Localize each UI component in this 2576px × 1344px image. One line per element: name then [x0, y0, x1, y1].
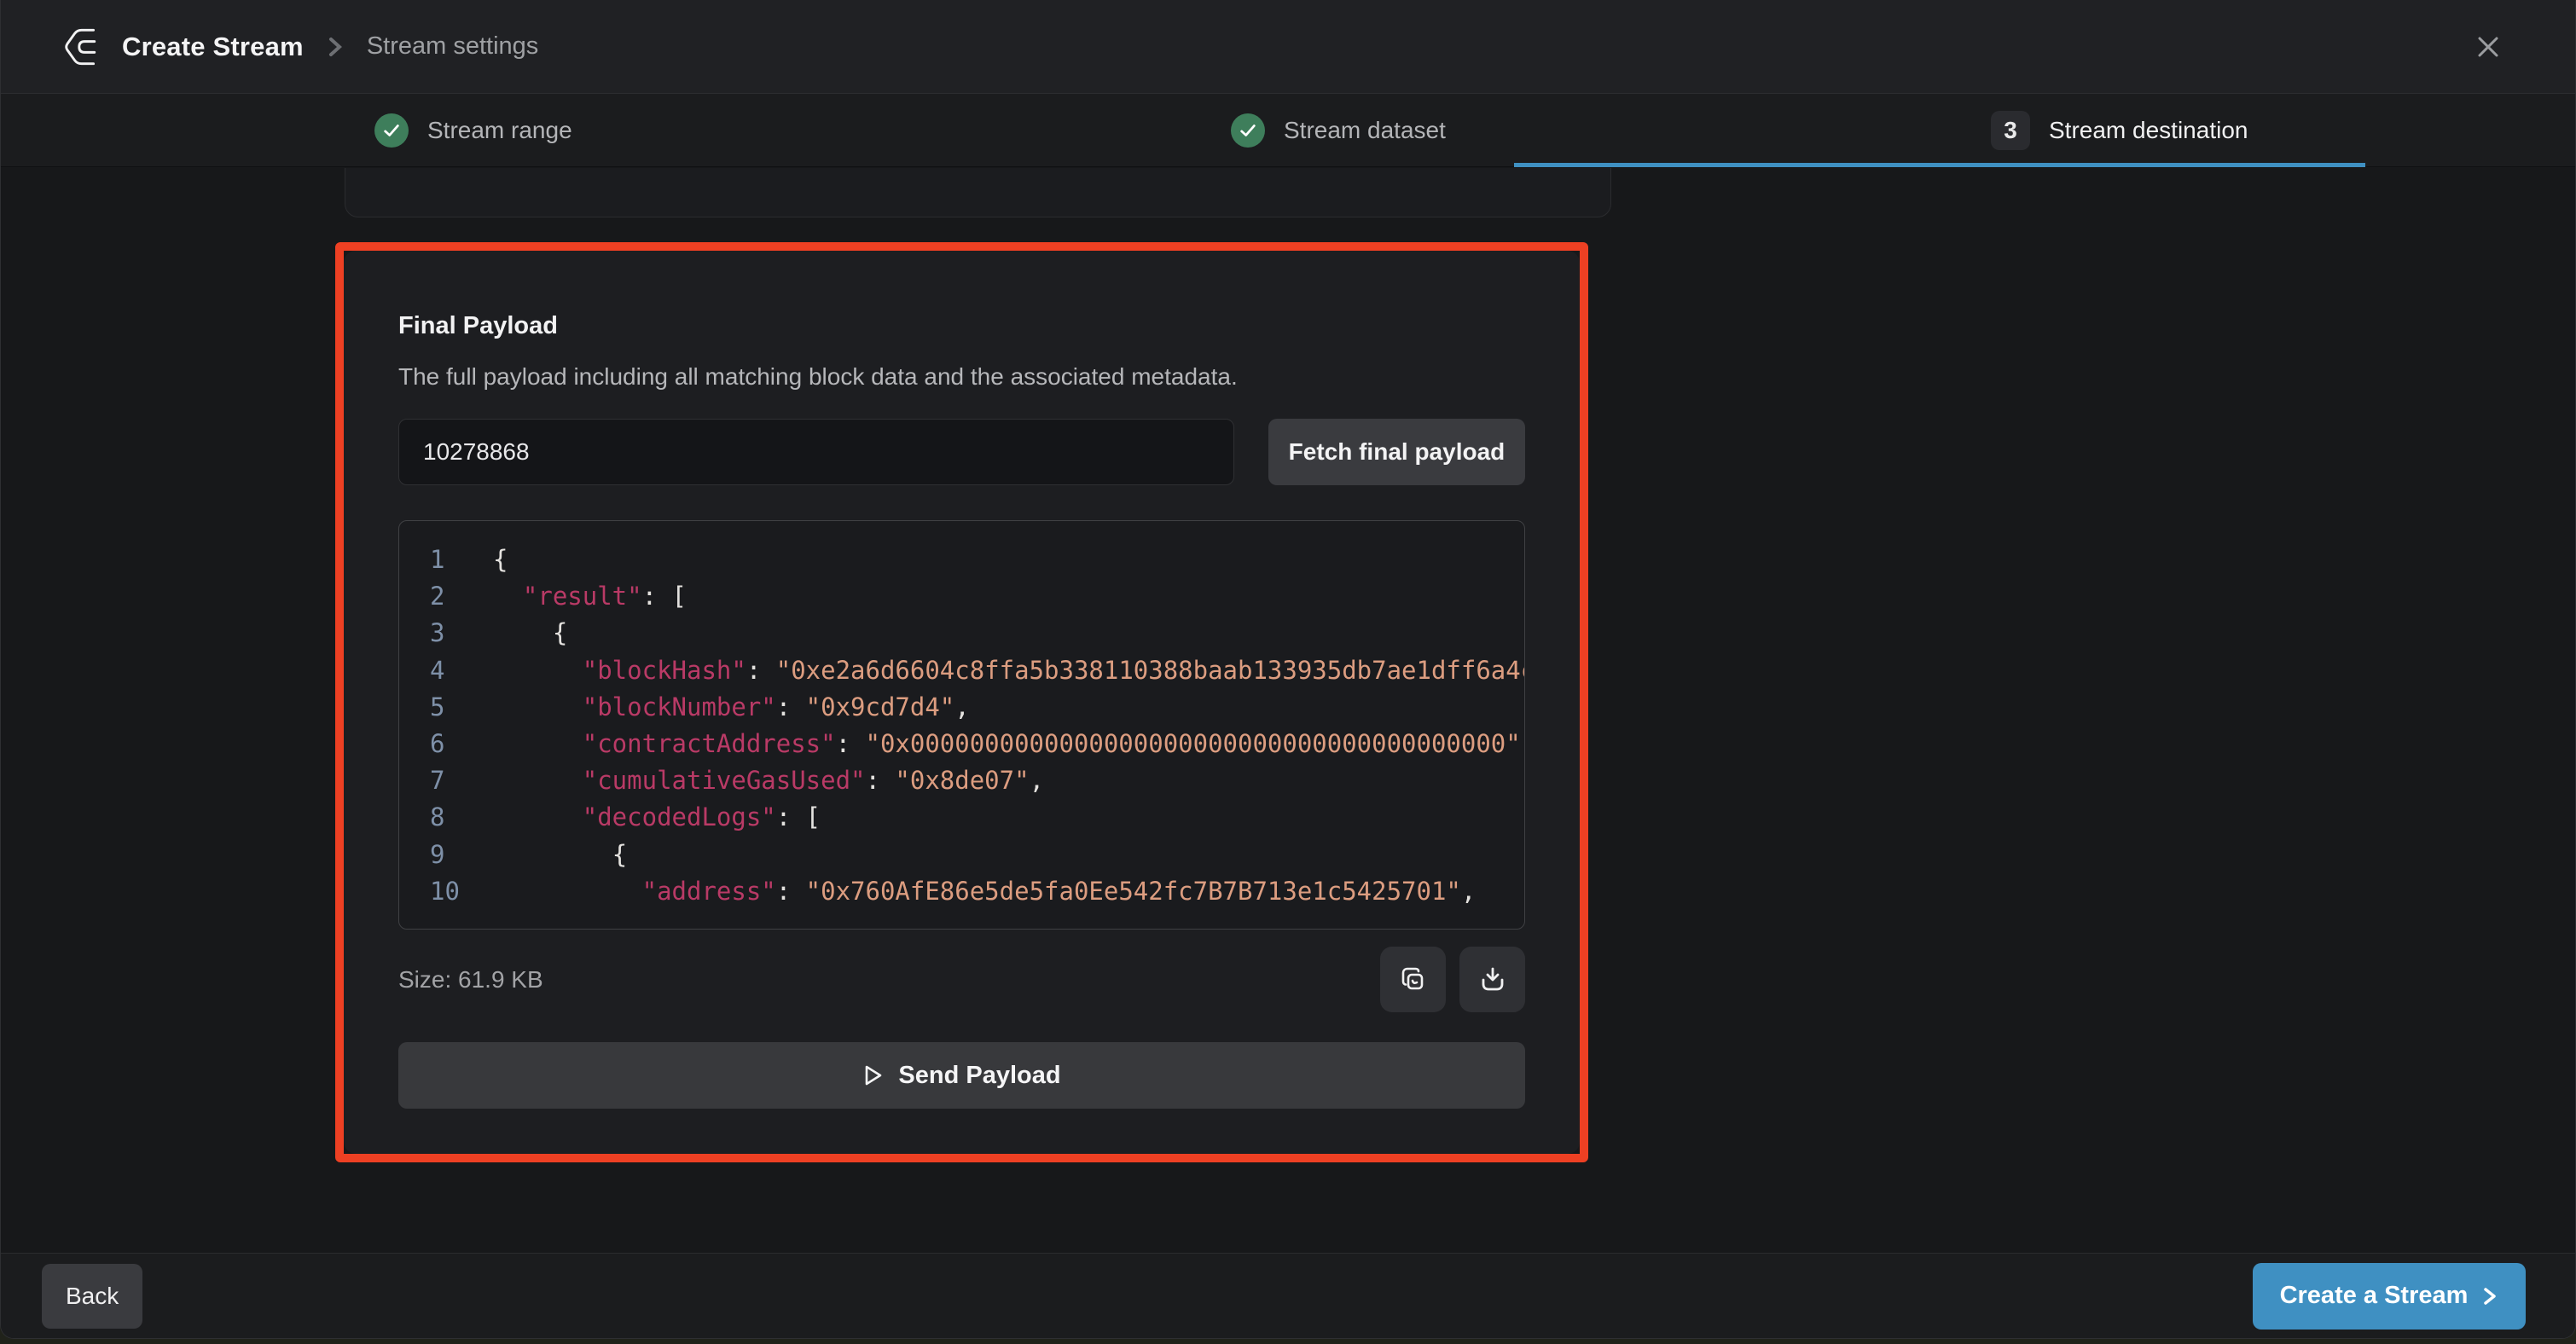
code-line: 3 {: [399, 615, 1524, 652]
code-text: "cumulativeGasUsed": "0x8de07",: [493, 762, 1044, 799]
code-text: "blockNumber": "0x9cd7d4",: [493, 689, 970, 726]
close-button[interactable]: [2468, 26, 2509, 67]
payload-size-label: Size: 61.9 KB: [398, 966, 543, 994]
code-text: "result": [: [493, 578, 687, 615]
payload-meta-row: Size: 61.9 KB: [398, 947, 1525, 1012]
code-line: 5 "blockNumber": "0x9cd7d4",: [399, 689, 1524, 726]
fetch-final-payload-button[interactable]: Fetch final payload: [1268, 419, 1525, 485]
code-line: 8 "decodedLogs": [: [399, 799, 1524, 836]
code-line: 4 "blockHash": "0xe2a6d6604c8ffa5b338110…: [399, 652, 1524, 689]
copy-payload-button[interactable]: [1380, 947, 1446, 1012]
close-icon: [2474, 32, 2503, 61]
download-payload-button[interactable]: [1459, 947, 1525, 1012]
previous-section-card: [345, 168, 1611, 217]
download-icon: [1478, 965, 1507, 994]
tab-stream-dataset[interactable]: Stream dataset: [1231, 94, 1446, 166]
line-number: 10: [430, 873, 473, 910]
code-line: 6 "contractAddress": "0x0000000000000000…: [399, 726, 1524, 762]
play-icon: [862, 1063, 885, 1087]
active-tab-underline: [1514, 163, 2365, 167]
section-title: Final Payload: [398, 312, 1525, 340]
final-payload-card: Final Payload The full payload including…: [344, 251, 1580, 1154]
breadcrumb-chevron-icon: [326, 32, 345, 61]
payload-code-viewer[interactable]: 1{2 "result": [3 {4 "blockHash": "0xe2a6…: [398, 520, 1525, 930]
code-text: "blockHash": "0xe2a6d6604c8ffa5b33811038…: [493, 652, 1525, 689]
footer: Back Create a Stream: [1, 1253, 2575, 1338]
create-stream-label: Create a Stream: [2280, 1282, 2469, 1310]
line-number: 6: [430, 726, 473, 762]
line-number: 9: [430, 837, 473, 873]
page-title: Create Stream: [122, 32, 304, 62]
line-number: 4: [430, 652, 473, 689]
code-line: 9 {: [399, 837, 1524, 873]
send-payload-label: Send Payload: [898, 1062, 1060, 1090]
copy-icon: [1399, 965, 1428, 994]
tab-label: Stream dataset: [1284, 117, 1446, 144]
block-number-input[interactable]: [398, 419, 1234, 485]
tab-label: Stream destination: [2049, 117, 2248, 144]
back-button[interactable]: Back: [42, 1264, 142, 1329]
send-payload-button[interactable]: Send Payload: [398, 1042, 1525, 1109]
tab-label: Stream range: [427, 117, 572, 144]
code-text: {: [493, 615, 567, 652]
code-line: 1{: [399, 542, 1524, 578]
code-text: {: [493, 542, 508, 578]
tab-stream-destination[interactable]: 3 Stream destination: [1991, 94, 2248, 166]
fetch-row: Fetch final payload: [398, 419, 1525, 485]
code-text: "contractAddress": "0x000000000000000000…: [493, 726, 1525, 762]
tab-stream-range[interactable]: Stream range: [374, 94, 572, 166]
line-number: 3: [430, 615, 473, 652]
create-stream-button[interactable]: Create a Stream: [2253, 1263, 2526, 1330]
create-stream-modal: Create Stream Stream settings Stream ran…: [0, 0, 2576, 1339]
code-text: "decodedLogs": [: [493, 799, 821, 836]
header: Create Stream Stream settings: [1, 0, 2575, 94]
highlighted-region: Final Payload The full payload including…: [335, 242, 1588, 1162]
code-text: {: [493, 837, 627, 873]
code-line: 7 "cumulativeGasUsed": "0x8de07",: [399, 762, 1524, 799]
streams-logo-icon: [59, 22, 108, 72]
section-description: The full payload including all matching …: [398, 363, 1525, 391]
step-complete-check-icon: [1231, 113, 1265, 148]
code-line: 10 "address": "0x760AfE86e5de5fa0Ee542fc…: [399, 873, 1524, 910]
main-content: Final Payload The full payload including…: [1, 168, 2575, 1253]
line-number: 2: [430, 578, 473, 615]
step-tabbar: Stream range Stream dataset 3 Stream des…: [1, 94, 2575, 167]
line-number: 1: [430, 542, 473, 578]
line-number: 7: [430, 762, 473, 799]
chevron-right-icon: [2481, 1283, 2498, 1309]
step-complete-check-icon: [374, 113, 409, 148]
step-number-badge: 3: [1991, 111, 2030, 150]
code-line: 2 "result": [: [399, 578, 1524, 615]
line-number: 8: [430, 799, 473, 836]
breadcrumb: Stream settings: [367, 32, 538, 61]
code-text: "address": "0x760AfE86e5de5fa0Ee542fc7B7…: [493, 873, 1476, 910]
line-number: 5: [430, 689, 473, 726]
